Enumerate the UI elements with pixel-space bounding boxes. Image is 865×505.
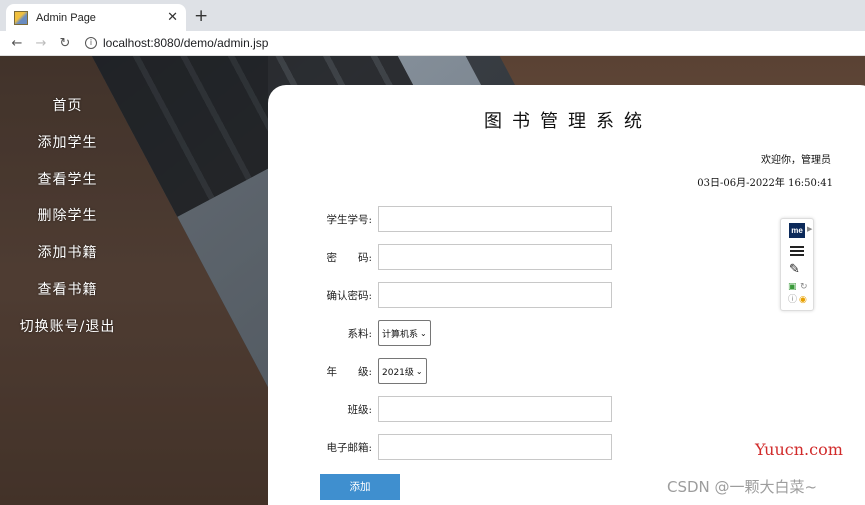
address-bar: ← → ↻ i localhost:8080/demo/admin.jsp xyxy=(0,31,865,56)
email-row: 电子邮箱: xyxy=(268,434,628,460)
cast-icon[interactable]: ▣ xyxy=(788,282,797,292)
grade-value: 2021级 xyxy=(382,367,414,378)
confirm-password-row: 确认密码: xyxy=(268,282,628,308)
class-input[interactable] xyxy=(378,396,612,422)
department-select[interactable]: 计算机系 ⌄ xyxy=(378,320,431,346)
sidebar-menu: 首页 添加学生 查看学生 删除学生 添加书籍 查看书籍 切换账号/退出 xyxy=(0,88,135,346)
new-tab-icon[interactable]: + xyxy=(194,6,208,26)
datetime-text: 03日-06月-2022年 16:50:41 xyxy=(697,178,833,189)
sidebar-item-view-books[interactable]: 查看书籍 xyxy=(0,272,135,309)
student-id-input[interactable] xyxy=(378,206,612,232)
favicon-icon xyxy=(14,10,28,25)
email-label: 电子邮箱: xyxy=(326,441,372,454)
csdn-watermark: CSDN @一颗大白菜~ xyxy=(667,478,818,496)
sidebar-item-home[interactable]: 首页 xyxy=(0,88,135,125)
extension-logo-icon[interactable]: me xyxy=(789,223,805,238)
browser-tab[interactable]: Admin Page ✕ xyxy=(6,4,186,31)
email-input[interactable] xyxy=(378,434,612,460)
chevron-down-icon: ⌄ xyxy=(415,366,423,376)
back-icon[interactable]: ← xyxy=(5,36,29,51)
sidebar-item-logout[interactable]: 切换账号/退出 xyxy=(0,309,135,346)
browser-tab-bar: Admin Page ✕ + xyxy=(0,0,865,31)
extension-toolbar: me ▶ ✎ ▣ ↻ ⓘ ◉ xyxy=(780,218,814,311)
sidebar-item-add-book[interactable]: 添加书籍 xyxy=(0,235,135,272)
department-label: 系料: xyxy=(347,327,372,340)
page-title: 图书管理系统 xyxy=(484,111,652,132)
refresh-icon[interactable]: ↻ xyxy=(800,282,808,292)
grade-select[interactable]: 2021级 ⌄ xyxy=(378,358,427,384)
grade-label: 年 级: xyxy=(326,365,372,378)
sidebar-item-delete-student[interactable]: 删除学生 xyxy=(0,198,135,235)
password-row: 密 码: xyxy=(268,244,628,270)
welcome-text: 欢迎你，管理员 xyxy=(761,155,831,166)
confirm-password-label: 确认密码: xyxy=(326,289,372,302)
url-path: :8080/demo/admin.jsp xyxy=(150,36,269,50)
reload-icon[interactable]: ↻ xyxy=(53,36,77,51)
sidebar-item-add-student[interactable]: 添加学生 xyxy=(0,125,135,162)
chevron-down-icon: ⌄ xyxy=(420,328,427,338)
url-field[interactable]: localhost:8080/demo/admin.jsp xyxy=(103,36,268,50)
student-id-row: 学生学号: xyxy=(268,206,628,232)
add-button[interactable]: 添加 xyxy=(320,474,400,500)
info-circle-icon[interactable]: ⓘ xyxy=(788,295,797,305)
class-label: 班级: xyxy=(347,403,372,416)
department-value: 计算机系 xyxy=(382,329,419,340)
eye-icon[interactable]: ◉ xyxy=(799,295,807,305)
student-id-label: 学生学号: xyxy=(326,213,372,226)
url-host: localhost xyxy=(103,36,151,50)
info-icon[interactable]: i xyxy=(85,37,97,49)
expand-arrow-icon[interactable]: ▶ xyxy=(807,225,812,233)
forward-icon[interactable]: → xyxy=(29,36,53,51)
department-row: 系料: 计算机系 ⌄ xyxy=(268,320,628,346)
tab-title: Admin Page xyxy=(36,11,96,24)
close-icon[interactable]: ✕ xyxy=(167,10,178,25)
magic-wand-icon[interactable]: ✎ xyxy=(789,262,800,277)
password-input[interactable] xyxy=(378,244,612,270)
password-label: 密 码: xyxy=(326,251,372,264)
sidebar-item-view-students[interactable]: 查看学生 xyxy=(0,162,135,199)
site-watermark: Yuucn.com xyxy=(755,440,843,459)
confirm-password-input[interactable] xyxy=(378,282,612,308)
menu-icon[interactable] xyxy=(790,244,804,258)
grade-row: 年 级: 2021级 ⌄ xyxy=(268,358,628,384)
class-row: 班级: xyxy=(268,396,628,422)
